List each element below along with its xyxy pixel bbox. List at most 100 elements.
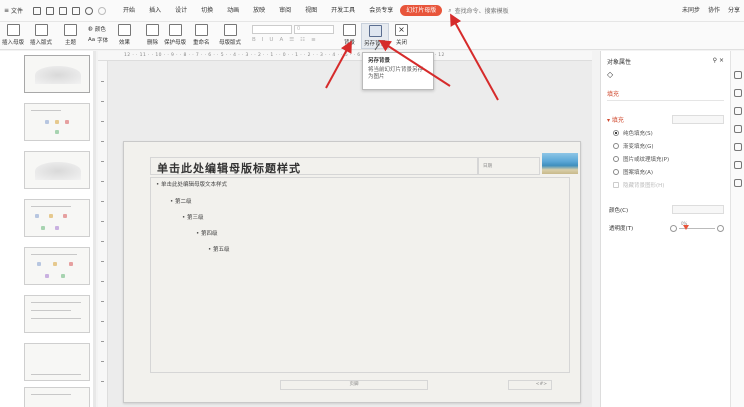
thumbnail-layout[interactable] xyxy=(24,295,90,333)
transparency-label: 透明度(T) xyxy=(609,226,634,232)
ruler-tick xyxy=(101,341,104,342)
master-layout-button[interactable]: 母版版式 xyxy=(219,24,241,46)
horizontal-ruler: 12 · · 11 · · 10 · · 9 · · 8 · · 7 · · 6… xyxy=(98,51,592,61)
color-button[interactable]: ◍ 颜色 xyxy=(88,25,106,33)
effects-button[interactable]: 效果 xyxy=(118,24,131,46)
help-icon[interactable] xyxy=(734,125,742,133)
thumb-dot xyxy=(49,214,53,218)
decrease-icon[interactable] xyxy=(670,224,677,232)
thumb-dot xyxy=(45,274,49,278)
increase-icon[interactable] xyxy=(717,224,724,232)
underline-icon[interactable]: U xyxy=(269,37,273,43)
font-button[interactable]: Aa 字体 xyxy=(88,36,108,44)
date-placeholder[interactable]: 日期 xyxy=(478,157,540,175)
export-icon[interactable] xyxy=(46,6,55,15)
align-icon[interactable]: ≡ xyxy=(311,37,316,43)
thumbnail-layout[interactable] xyxy=(24,151,90,189)
font-name-select[interactable] xyxy=(252,25,292,34)
slider-track[interactable]: 0% xyxy=(679,221,715,230)
text-level-1: • 单击此处编辑母版文本样式 xyxy=(156,182,227,188)
transparency-slider[interactable]: 0% xyxy=(670,221,724,232)
option-picture-fill[interactable]: 图片或纹理填充(P) xyxy=(613,155,730,163)
protect-master-button[interactable]: 保护母版 xyxy=(164,24,186,46)
file-menu[interactable]: ≡ 文件 xyxy=(0,6,27,15)
option-gradient-fill[interactable]: 渐变填充(G) xyxy=(613,142,730,150)
tab-design[interactable]: 设计 xyxy=(168,0,194,22)
tooltip-description: 将当前幻灯片背景另存为图片 xyxy=(368,67,424,80)
redo-icon[interactable] xyxy=(98,6,107,15)
tab-developer[interactable]: 开发工具 xyxy=(324,0,362,22)
tab-slide-master[interactable]: 幻灯片母版 xyxy=(400,4,443,16)
thumbnail-layout[interactable] xyxy=(24,199,90,237)
undo-icon[interactable] xyxy=(85,6,94,15)
option-label: 纯色填充(S) xyxy=(623,131,653,137)
properties-icon[interactable] xyxy=(734,89,742,97)
delete-button[interactable]: 删除 xyxy=(146,24,159,46)
location-icon[interactable] xyxy=(734,161,742,169)
tab-member[interactable]: 会员专享 xyxy=(362,0,400,22)
tab-transition[interactable]: 切换 xyxy=(194,0,220,22)
close-master-button[interactable]: × 关闭 xyxy=(395,24,408,46)
save-background-icon xyxy=(368,25,382,37)
font-color-icon[interactable]: A xyxy=(279,37,283,43)
fill-type-dropdown[interactable] xyxy=(672,115,724,124)
hamburger-icon[interactable]: ≡ xyxy=(4,7,9,14)
tab-animation[interactable]: 动画 xyxy=(220,0,246,22)
bold-icon[interactable]: B xyxy=(252,37,256,43)
slider-thumb[interactable] xyxy=(683,224,689,230)
thumbnail-master[interactable] xyxy=(24,55,90,93)
pin-icon[interactable]: ⚲ xyxy=(713,57,717,64)
option-pattern-fill[interactable]: 图案填充(A) xyxy=(613,168,730,176)
list-icon[interactable]: ☰ xyxy=(289,37,294,43)
thumbnail-layout[interactable] xyxy=(24,247,90,285)
hide-background-checkbox[interactable]: 隐藏背景图形(H) xyxy=(613,181,730,189)
print-icon[interactable] xyxy=(59,6,68,15)
master-slide[interactable]: 单击此处编辑母版标题样式 日期 • 单击此处编辑母版文本样式 • 第二级 • 第… xyxy=(123,141,581,403)
theme-button[interactable]: 主题 xyxy=(64,24,77,46)
checkbox-icon xyxy=(613,182,619,188)
beach-photo[interactable] xyxy=(542,153,578,174)
thumbnail-layout[interactable] xyxy=(24,103,90,141)
insert-layout-button[interactable]: 插入版式 xyxy=(30,24,52,46)
thumb-line xyxy=(31,254,77,255)
more-icon[interactable] xyxy=(734,179,742,187)
numbered-list-icon[interactable]: ☷ xyxy=(300,37,305,43)
file-menu-label: 文件 xyxy=(11,8,24,15)
font-size-select[interactable]: 0 xyxy=(294,25,334,34)
thumbnail-scrollbar[interactable] xyxy=(93,51,96,407)
option-solid-fill[interactable]: 纯色填充(S) xyxy=(613,129,730,137)
insert-master-button[interactable]: 插入母版 xyxy=(2,24,24,46)
background-button[interactable]: 背景 xyxy=(343,24,356,46)
tab-home[interactable]: 开始 xyxy=(116,0,142,22)
thumb-dot xyxy=(53,262,57,266)
body-placeholder[interactable] xyxy=(150,177,570,373)
pane-controls: ⚲ × xyxy=(713,57,724,66)
fill-section-label[interactable]: ▾ 填充 xyxy=(607,115,624,124)
color-label: 颜色(C) xyxy=(609,207,629,214)
thumbnail-layout[interactable] xyxy=(24,343,90,381)
footer-placeholder[interactable]: 页脚 xyxy=(280,380,428,390)
assistant-icon[interactable] xyxy=(734,143,742,151)
style-icon[interactable] xyxy=(734,71,742,79)
collaborate-button[interactable]: 协作 xyxy=(708,0,720,22)
save-background-button[interactable]: 另存背景 xyxy=(361,23,390,49)
thumb-dot xyxy=(41,226,45,230)
tab-slideshow[interactable]: 放映 xyxy=(246,0,272,22)
tab-view[interactable]: 视图 xyxy=(298,0,324,22)
thumbnail-layout[interactable] xyxy=(24,387,90,407)
animation-icon[interactable] xyxy=(734,107,742,115)
share-button[interactable]: 分享 xyxy=(728,0,740,22)
color-picker[interactable] xyxy=(672,205,724,214)
pane-title[interactable]: 对象属性 xyxy=(607,57,631,66)
tab-fill[interactable]: 填充 xyxy=(607,89,724,101)
command-search[interactable]: ⌕ 查找命令、搜索模板 xyxy=(448,6,508,16)
italic-icon[interactable]: I xyxy=(262,37,264,43)
tab-review[interactable]: 审阅 xyxy=(272,0,298,22)
preview-icon[interactable] xyxy=(72,6,81,15)
slide-number-placeholder[interactable]: <#> xyxy=(508,380,552,390)
sync-status[interactable]: 未同步 xyxy=(682,0,700,22)
rename-button[interactable]: 重命名 xyxy=(193,24,210,46)
save-icon[interactable] xyxy=(33,6,42,15)
close-pane-icon[interactable]: × xyxy=(719,57,724,64)
tab-insert[interactable]: 插入 xyxy=(142,0,168,22)
